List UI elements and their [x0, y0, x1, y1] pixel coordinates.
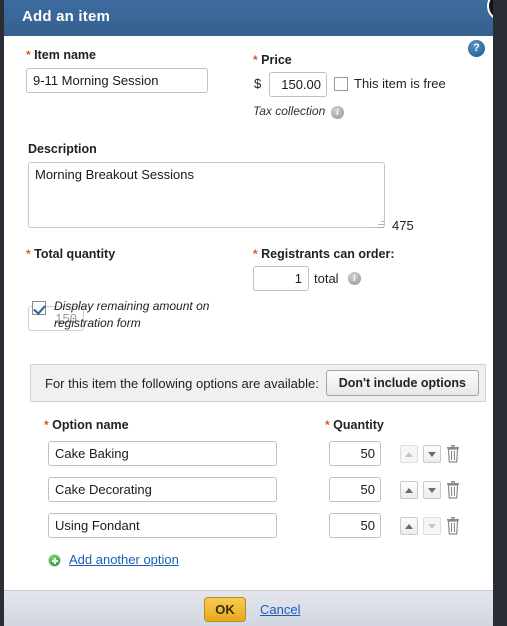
- registrants-unit-label: total: [314, 271, 339, 286]
- dialog-body: ? * Item name * Price $ This item is fre…: [4, 36, 493, 590]
- registrants-can-order-label: * Registrants can order:: [253, 247, 395, 261]
- option-name-input[interactable]: [48, 477, 277, 502]
- required-marker: *: [44, 418, 49, 432]
- move-down-icon[interactable]: [423, 481, 441, 499]
- move-down-icon[interactable]: [423, 445, 441, 463]
- triangle-up-icon: [405, 488, 413, 493]
- quantity-header-text: Quantity: [333, 418, 384, 432]
- option-name-header: * Option name: [44, 418, 129, 432]
- triangle-down-icon: [428, 524, 436, 529]
- option-quantity-input[interactable]: [329, 513, 381, 538]
- option-name-input[interactable]: [48, 513, 277, 538]
- option-name-input[interactable]: [48, 441, 277, 466]
- price-label: * Price: [253, 53, 292, 67]
- option-row: [4, 513, 493, 549]
- move-up-icon[interactable]: [400, 517, 418, 535]
- required-marker: *: [325, 418, 330, 432]
- help-icon[interactable]: ?: [468, 40, 485, 57]
- item-name-input[interactable]: [26, 68, 208, 93]
- option-row: [4, 477, 493, 513]
- price-input[interactable]: [269, 72, 327, 97]
- trash-icon[interactable]: [446, 516, 460, 535]
- dialog-footer: OK Cancel: [4, 590, 493, 626]
- required-marker: *: [253, 53, 258, 67]
- option-row: [4, 441, 493, 477]
- info-icon[interactable]: i: [331, 106, 344, 119]
- price-label-text: Price: [261, 53, 292, 67]
- move-up-icon[interactable]: [400, 481, 418, 499]
- registrants-can-order-input[interactable]: [253, 266, 309, 291]
- total-quantity-label: * Total quantity: [26, 247, 115, 261]
- add-another-option-label: Add another option: [69, 552, 179, 567]
- trash-icon[interactable]: [446, 444, 460, 463]
- plus-icon-vertical: [53, 558, 56, 564]
- triangle-down-icon: [428, 452, 436, 457]
- required-marker: *: [253, 247, 258, 261]
- dialog-titlebar: Add an item: [4, 0, 493, 36]
- display-remaining-checkbox[interactable]: [32, 301, 46, 315]
- tax-collection-label: Tax collection: [253, 104, 326, 118]
- item-is-free-checkbox[interactable]: [334, 77, 348, 91]
- plus-circle-icon: [48, 554, 61, 567]
- options-panel: For this item the following options are …: [30, 364, 486, 402]
- triangle-up-icon: [405, 452, 413, 457]
- option-quantity-input[interactable]: [329, 441, 381, 466]
- quantity-header: * Quantity: [325, 418, 384, 432]
- item-is-free-label: This item is free: [354, 76, 446, 91]
- registrants-can-order-label-text: Registrants can order:: [261, 247, 395, 261]
- description-label: Description: [28, 142, 97, 156]
- trash-icon[interactable]: [446, 480, 460, 499]
- dialog-title: Add an item: [22, 8, 111, 25]
- cancel-link[interactable]: Cancel: [260, 602, 300, 617]
- options-panel-text: For this item the following options are …: [45, 376, 319, 391]
- triangle-down-icon: [428, 488, 436, 493]
- total-quantity-label-text: Total quantity: [34, 247, 116, 261]
- move-up-icon[interactable]: [400, 445, 418, 463]
- ok-button[interactable]: OK: [204, 597, 246, 622]
- triangle-up-icon: [405, 524, 413, 529]
- info-icon[interactable]: i: [348, 272, 361, 285]
- required-marker: *: [26, 48, 31, 62]
- move-down-icon[interactable]: [423, 517, 441, 535]
- option-quantity-input[interactable]: [329, 477, 381, 502]
- required-marker: *: [26, 247, 31, 261]
- add-item-dialog: Add an item ? * Item name * Price $ This…: [4, 0, 493, 626]
- dont-include-options-button[interactable]: Don't include options: [325, 370, 479, 396]
- option-name-header-text: Option name: [52, 418, 129, 432]
- item-name-label: * Item name: [26, 48, 96, 62]
- currency-symbol: $: [254, 76, 262, 91]
- item-name-label-text: Item name: [34, 48, 96, 62]
- checkmark-icon: [33, 302, 46, 315]
- description-char-count: 475: [392, 218, 414, 233]
- description-input[interactable]: [28, 162, 385, 228]
- display-remaining-label: Display remaining amount on registration…: [54, 299, 210, 330]
